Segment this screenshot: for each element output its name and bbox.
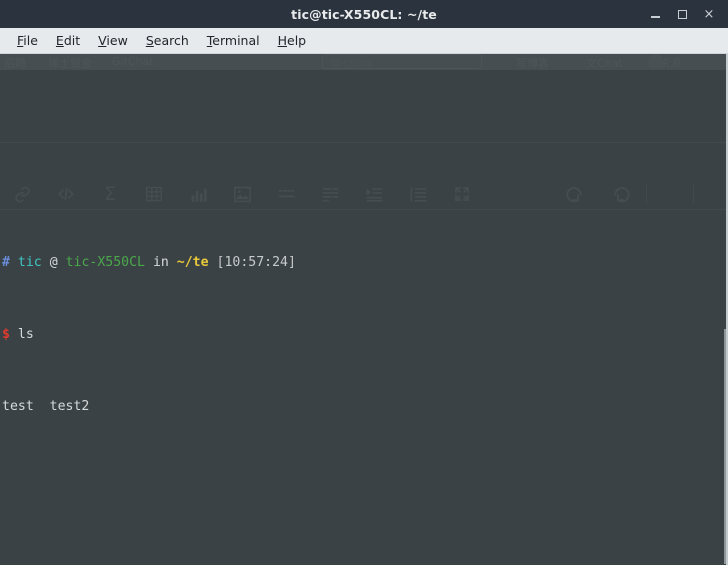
prompt-dollar: $ — [2, 327, 10, 342]
prompt-timestamp: [10:57:24] — [216, 255, 296, 270]
prompt-in: in — [152, 255, 169, 270]
terminal-output[interactable]: # tic @ tic-X550CL in ~/te [10:57:24] $ … — [0, 54, 726, 565]
scrollbar-thumb[interactable] — [724, 329, 726, 564]
menu-label: iew — [106, 33, 128, 48]
output-line: test test2 — [2, 399, 90, 414]
titlebar[interactable]: tic@tic-X550CL: ~/te × — [0, 0, 728, 28]
menu-mnemonic: H — [277, 33, 288, 48]
maximize-button[interactable] — [669, 1, 695, 27]
close-button[interactable]: × — [696, 1, 722, 27]
prompt-line: # tic @ tic-X550CL in ~/te [10:57:24] — [2, 251, 726, 275]
menu-item-search[interactable]: Search — [137, 31, 198, 50]
prompt-hash: # — [2, 255, 10, 270]
menu-label: earch — [153, 33, 189, 48]
menu-item-file[interactable]: File — [8, 31, 47, 50]
minimize-icon — [650, 16, 660, 18]
terminal-window: tic@tic-X550CL: ~/te × File Edit View Se… — [0, 0, 728, 565]
menu-mnemonic: S — [145, 33, 154, 48]
menu-label: dit — [63, 33, 81, 48]
menubar: File Edit View Search Terminal Help — [0, 28, 728, 54]
menu-item-help[interactable]: Help — [269, 31, 316, 50]
command-line: $ ls — [2, 323, 726, 347]
menu-item-edit[interactable]: Edit — [47, 31, 89, 50]
window-title: tic@tic-X550CL: ~/te — [291, 6, 437, 22]
close-icon: × — [703, 6, 715, 22]
command-text: ls — [17, 327, 34, 342]
maximize-icon — [677, 9, 687, 19]
menu-item-terminal[interactable]: Terminal — [198, 31, 269, 50]
prompt-at: @ — [49, 255, 58, 270]
menu-item-view[interactable]: View — [89, 31, 137, 50]
window-controls: × — [642, 0, 722, 28]
menu-mnemonic: E — [55, 33, 64, 48]
menu-label: elp — [287, 33, 307, 48]
prompt-user: tic — [17, 255, 42, 270]
terminal-content-area[interactable]: 招聘 稀土掘金 GitChat 搜 CSDN 写博客 文Chat 传资源 Σ #… — [0, 54, 728, 565]
menu-label: erminal — [212, 33, 260, 48]
menu-label: ile — [23, 33, 38, 48]
prompt-path: ~/te — [176, 255, 209, 270]
prompt-host: tic-X550CL — [65, 255, 145, 270]
minimize-button[interactable] — [642, 1, 668, 27]
